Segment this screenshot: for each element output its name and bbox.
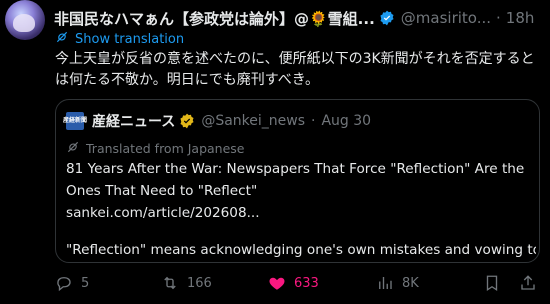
repost-icon: [164, 276, 176, 290]
quote-text: 81 Years After the War: Newspapers That …: [66, 158, 536, 261]
display-name[interactable]: 非国民なハマぁん【参政党は論外】@🌻雪組...: [54, 8, 375, 29]
show-translation-label[interactable]: Show translation: [75, 32, 184, 47]
reply-count: 5: [81, 275, 90, 291]
like-count: 633: [294, 275, 319, 291]
translated-note: Translated from Japanese: [66, 140, 244, 157]
tweet-text: 今上天皇が反省の意を述べたのに、便所紙以下の3K新聞がそれを否定するとは何たる不…: [55, 51, 535, 88]
quote-link[interactable]: sankei.com/article/202608...: [66, 202, 536, 224]
avatar[interactable]: [5, 0, 45, 40]
translate-icon: [55, 30, 69, 48]
gold-verified-icon: [179, 113, 195, 129]
views-count: 8K: [402, 275, 419, 291]
quoted-tweet[interactable]: 産経新聞 産経ニュース @Sankei_news · Aug 30 Transl…: [55, 99, 540, 263]
show-translation-button[interactable]: Show translation: [55, 30, 184, 48]
repost-button[interactable]: 166: [161, 274, 212, 292]
reply-icon: [57, 277, 71, 292]
views-button[interactable]: 8K: [376, 274, 419, 292]
like-icon: [269, 277, 285, 290]
translate-icon: [66, 140, 80, 157]
quote-handle[interactable]: @Sankei_news: [201, 113, 305, 129]
quote-line1: 81 Years After the War: Newspapers That …: [66, 161, 525, 199]
timestamp[interactable]: 18h: [506, 9, 535, 27]
tweet-header: 非国民なハマぁん【参政党は論外】@🌻雪組... @masirito... · 1…: [54, 8, 544, 28]
like-button[interactable]: 633: [268, 274, 319, 292]
quote-header: 産経新聞 産経ニュース @Sankei_news · Aug 30: [63, 111, 371, 131]
verified-badge-icon: [379, 10, 395, 26]
quote-date[interactable]: Aug 30: [321, 113, 371, 129]
bookmark-icon: [486, 275, 498, 292]
views-icon: [379, 277, 392, 289]
quote-line2: "Reflection" means acknowledging one's o…: [66, 242, 536, 258]
share-icon: [521, 275, 535, 290]
share-button[interactable]: [519, 274, 537, 292]
handle[interactable]: @masirito...: [401, 9, 491, 27]
action-bar: 5 166 633 8K: [55, 274, 545, 294]
repost-count: 166: [187, 275, 212, 291]
separator-dot: ·: [496, 9, 501, 27]
bookmark-button[interactable]: [483, 274, 501, 292]
quote-separator: ·: [311, 113, 316, 129]
translated-from-label: Translated from Japanese: [86, 141, 245, 156]
reply-button[interactable]: 5: [55, 274, 89, 292]
quote-display-name[interactable]: 産経ニュース: [92, 111, 175, 131]
sankei-logo: 産経新聞: [63, 112, 87, 130]
